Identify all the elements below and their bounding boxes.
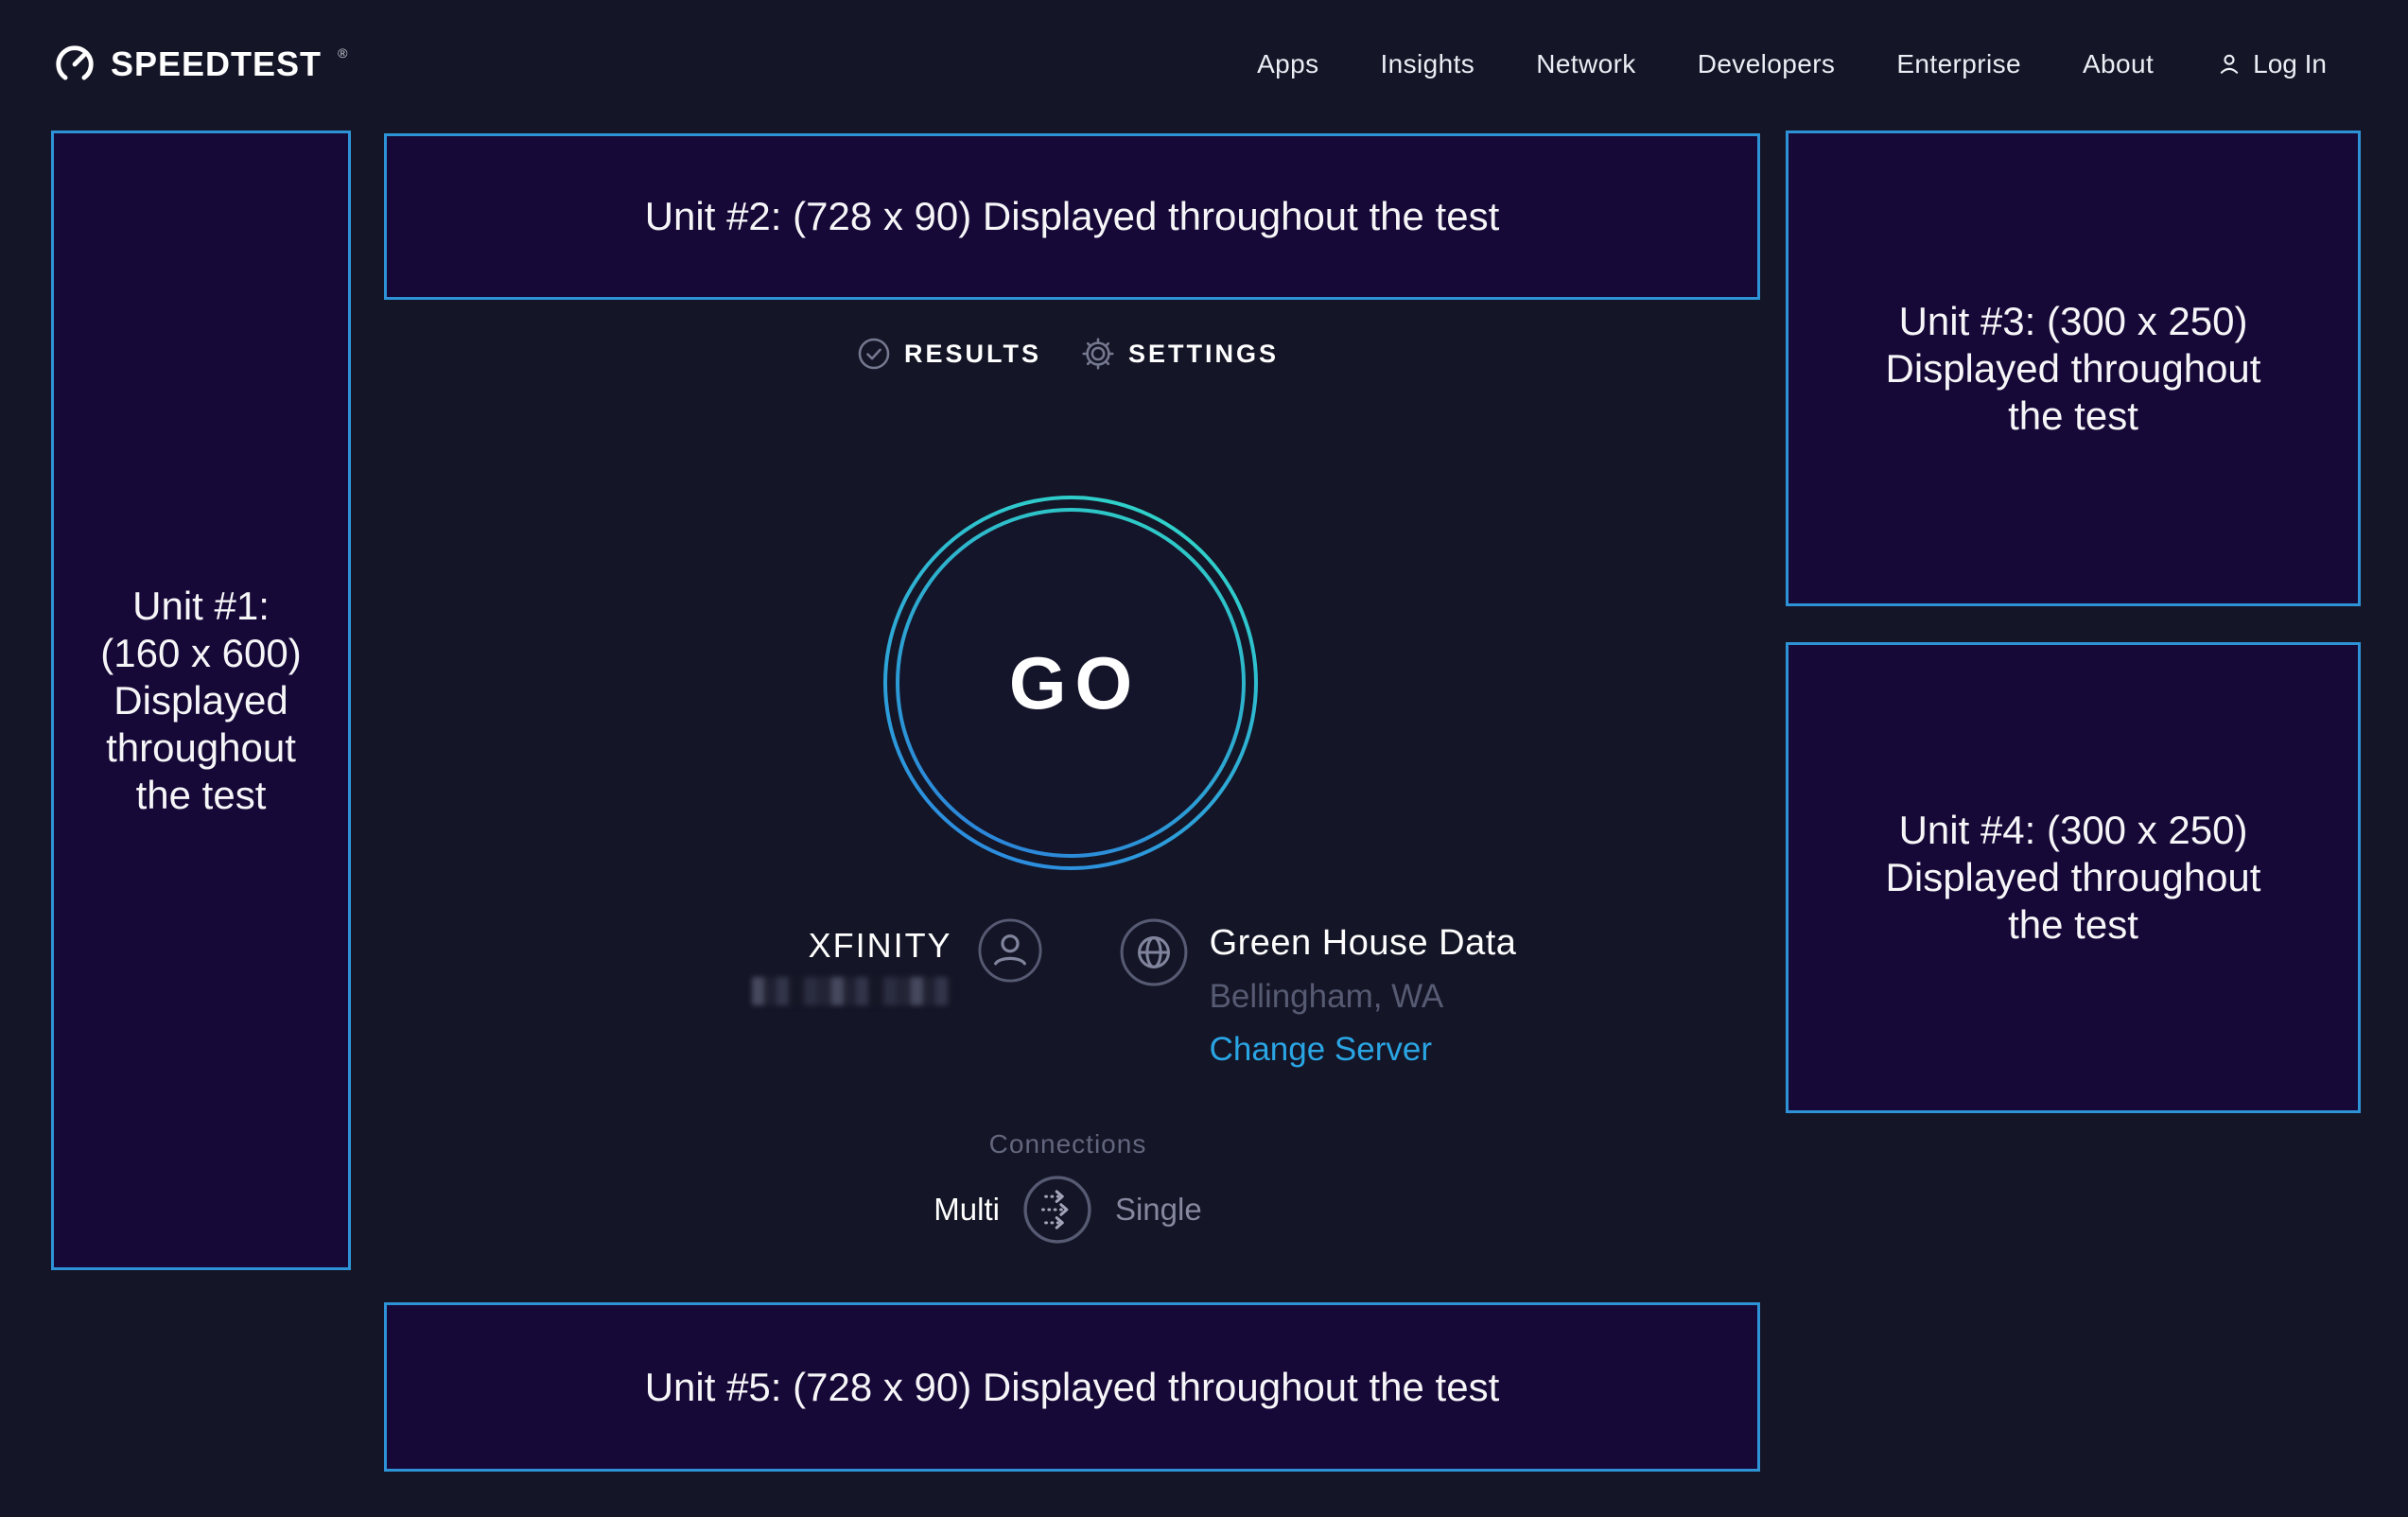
server-block[interactable]: Green House Data Bellingham, WA Change S…	[1119, 917, 1517, 1069]
connections-single-option[interactable]: Single	[1115, 1192, 1202, 1228]
ad-unit-5[interactable]: Unit #5: (728 x 90) Displayed throughout…	[384, 1302, 1760, 1472]
tab-results[interactable]: RESULTS	[857, 337, 1041, 371]
isp-name: XFINITY	[809, 925, 952, 967]
ad-unit-2[interactable]: Unit #2: (728 x 90) Displayed throughout…	[384, 133, 1760, 300]
speedtest-logo[interactable]: SPEEDTEST ®	[53, 43, 345, 86]
tab-settings[interactable]: SETTINGS	[1081, 337, 1279, 371]
speedometer-icon	[53, 43, 96, 86]
nav-item-apps[interactable]: Apps	[1257, 49, 1318, 79]
nav-menu: Apps Insights Network Developers Enterpr…	[1257, 49, 2327, 79]
ad-unit-3[interactable]: Unit #3: (300 x 250) Displayed throughou…	[1786, 131, 2361, 606]
connections-toggle-row: Multi Single	[350, 1175, 1786, 1245]
tab-settings-label: SETTINGS	[1128, 340, 1279, 369]
server-location: Bellingham, WA	[1210, 978, 1444, 1016]
connections-toggle-icon[interactable]	[1022, 1175, 1092, 1245]
results-settings-tabs: RESULTS SETTINGS	[350, 337, 1786, 371]
connections-multi-option[interactable]: Multi	[934, 1192, 1000, 1228]
redacted-ip-address	[752, 977, 952, 1005]
nav-item-network[interactable]: Network	[1536, 49, 1636, 79]
ad-unit-1-text: Unit #1: (160 x 600) Displayed throughou…	[100, 583, 301, 819]
isp-block: XFINITY	[752, 917, 1043, 1005]
nav-item-about[interactable]: About	[2083, 49, 2154, 79]
gear-icon	[1081, 337, 1115, 371]
speedtest-page: SPEEDTEST ® Apps Insights Network Develo…	[0, 0, 2408, 1517]
ad-unit-2-text: Unit #2: (728 x 90) Displayed throughout…	[645, 193, 1500, 240]
login-button[interactable]: Log In	[2215, 49, 2327, 79]
server-name: Green House Data	[1210, 921, 1517, 965]
top-nav-bar: SPEEDTEST ® Apps Insights Network Develo…	[0, 0, 2408, 119]
tab-results-label: RESULTS	[904, 340, 1041, 369]
brand-trademark: ®	[338, 45, 347, 61]
ad-unit-5-text: Unit #5: (728 x 90) Displayed throughout…	[645, 1364, 1500, 1411]
go-button[interactable]: GO	[883, 496, 1258, 870]
connection-info-row: XFINITY Green Hous	[416, 917, 1852, 1069]
nav-item-insights[interactable]: Insights	[1381, 49, 1475, 79]
go-button-label: GO	[1001, 640, 1141, 726]
ad-unit-3-text: Unit #3: (300 x 250) Displayed throughou…	[1886, 298, 2261, 440]
nav-item-enterprise[interactable]: Enterprise	[1896, 49, 2021, 79]
connections-label: Connections	[989, 1129, 1147, 1160]
globe-icon	[1119, 917, 1189, 987]
ad-unit-4-text: Unit #4: (300 x 250) Displayed throughou…	[1886, 807, 2261, 949]
change-server-link[interactable]: Change Server	[1210, 1031, 1432, 1069]
brand-name: SPEEDTEST	[111, 44, 322, 84]
check-circle-icon	[857, 337, 891, 371]
ad-unit-4[interactable]: Unit #4: (300 x 250) Displayed throughou…	[1786, 642, 2361, 1113]
user-icon	[2215, 50, 2243, 78]
connections-section: Connections	[350, 1129, 1786, 1160]
login-label: Log In	[2253, 49, 2327, 79]
nav-item-developers[interactable]: Developers	[1698, 49, 1836, 79]
ad-unit-1[interactable]: Unit #1: (160 x 600) Displayed throughou…	[51, 131, 351, 1270]
isp-user-icon	[977, 917, 1043, 984]
